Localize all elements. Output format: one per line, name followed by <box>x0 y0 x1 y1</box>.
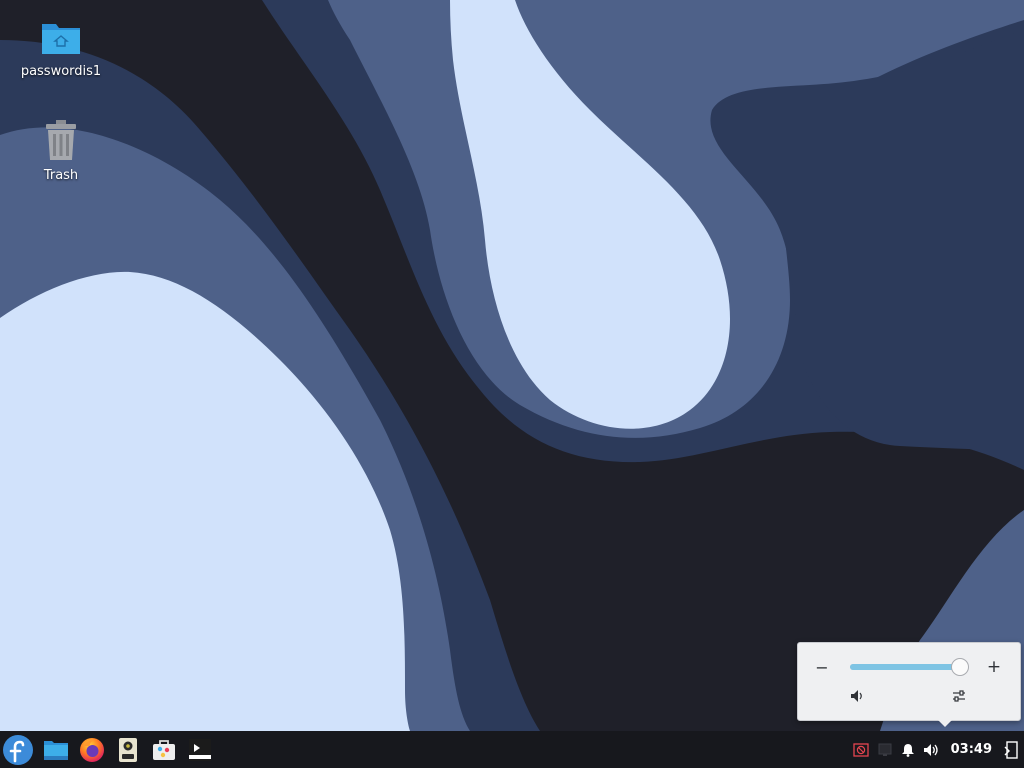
bell-icon <box>901 743 914 757</box>
show-desktop-icon <box>1004 740 1018 759</box>
minus-icon: − <box>815 657 829 677</box>
fedora-logo-icon <box>3 734 33 765</box>
audio-settings-button[interactable] <box>948 685 970 707</box>
trash-icon <box>46 120 76 160</box>
popup-pointer <box>938 720 952 727</box>
desktop-icon-trash[interactable]: Trash <box>11 118 111 183</box>
speaker-icon <box>119 737 137 762</box>
desktop-icon-label: passwordis1 <box>20 64 102 79</box>
volume-icon <box>923 743 938 756</box>
sliders-icon <box>953 690 965 702</box>
tray-clock[interactable]: 03:49 <box>943 731 1000 768</box>
firefox-button[interactable] <box>75 733 109 767</box>
desktop-icon-home-folder[interactable]: passwordis1 <box>11 16 111 79</box>
volume-slider[interactable] <box>850 658 970 676</box>
media-player-button[interactable] <box>111 733 145 767</box>
volume-decrease-button[interactable]: − <box>811 656 833 678</box>
file-manager-button[interactable] <box>39 733 73 767</box>
desktop[interactable]: passwordis1 Trash − + <box>0 0 1024 731</box>
firefox-icon <box>80 737 104 762</box>
mute-toggle-button[interactable] <box>846 685 868 707</box>
volume-slider-fill <box>850 664 961 670</box>
volume-increase-button[interactable]: + <box>983 656 1005 678</box>
volume-popup: − + <box>797 642 1021 727</box>
system-tray: 03:49 <box>849 731 1024 768</box>
taskbar: 03:49 <box>0 731 1024 768</box>
tray-disabled-indicator[interactable] <box>849 731 873 768</box>
folder-icon <box>44 740 68 760</box>
software-bag-icon <box>153 739 175 760</box>
show-desktop-button[interactable] <box>1000 731 1024 768</box>
home-folder-icon <box>42 24 80 54</box>
tray-notifications[interactable] <box>897 731 919 768</box>
volume-slider-handle[interactable] <box>951 658 970 676</box>
software-center-button[interactable] <box>147 733 181 767</box>
speaker-icon <box>851 690 862 702</box>
tray-display-indicator[interactable] <box>873 731 897 768</box>
wallpaper <box>0 0 1024 731</box>
clock-time: 03:49 <box>950 742 992 757</box>
terminal-icon <box>189 738 211 761</box>
screen-icon <box>878 743 892 756</box>
blocked-icon <box>852 742 869 757</box>
plus-icon: + <box>986 657 1002 677</box>
terminal-button[interactable] <box>183 733 217 767</box>
application-launcher-button[interactable] <box>1 733 35 767</box>
tray-volume[interactable] <box>919 731 943 768</box>
desktop-icon-label: Trash <box>43 168 79 183</box>
